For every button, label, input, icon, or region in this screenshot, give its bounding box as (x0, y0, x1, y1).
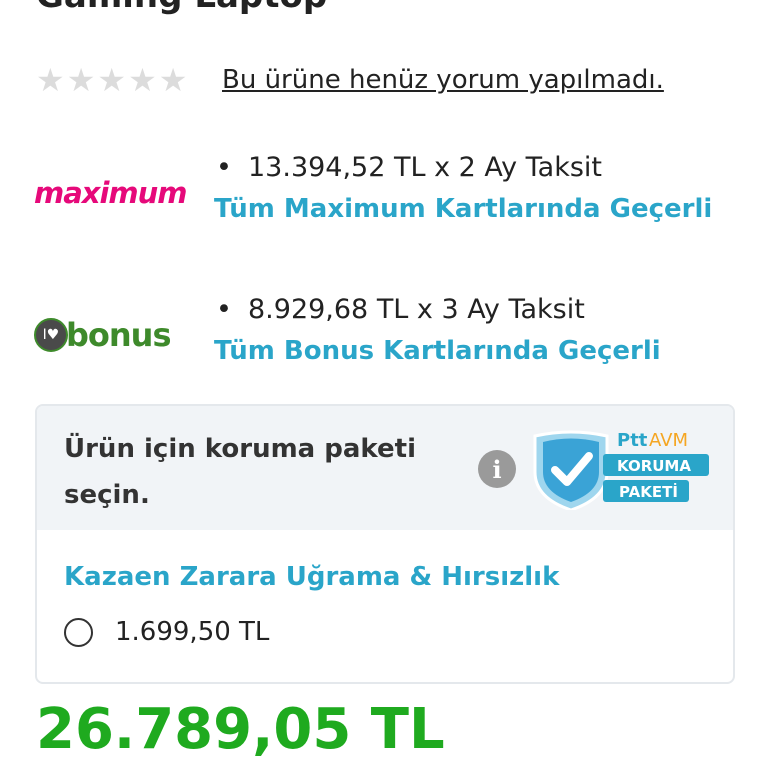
protection-option-title: Kazaen Zarara Uğrama & Hırsızlık (64, 562, 560, 592)
star-icon: ★ (66, 61, 96, 99)
card-validity-note: Tüm Maximum Kartlarında Geçerli (214, 194, 713, 224)
bonus-logo-text: bonus (66, 316, 171, 354)
installment-offer: • 13.394,52 TL x 2 Ay Taksit (216, 152, 602, 183)
protection-package-card: Ürün için koruma paketi seçin. i Ptt AVM… (35, 404, 735, 684)
installment-option-maximum: maximum • 13.394,52 TL x 2 Ay Taksit Tüm … (0, 148, 768, 238)
product-price: 26.789,05 TL (36, 697, 445, 762)
star-icon: ★ (97, 61, 127, 99)
star-icon: ★ (36, 61, 65, 99)
reviews-link[interactable]: Bu ürüne henüz yorum yapılmadı. (222, 62, 664, 98)
bonus-logo: I♥ bonus (34, 290, 174, 380)
badge-brand-ptt: Ptt (617, 430, 648, 451)
ptt-avm-protection-badge: Ptt AVM KORUMA PAKETİ (533, 430, 709, 510)
star-icon: ★ (158, 61, 188, 99)
badge-line1: KORUMA (617, 457, 691, 475)
installment-offer-text: 13.394,52 TL x 2 Ay Taksit (248, 152, 602, 183)
info-icon[interactable]: i (478, 450, 516, 488)
maximum-logo-text: maximum (34, 176, 188, 210)
maximum-logo: maximum (34, 148, 188, 238)
protection-option-row[interactable]: 1.699,50 TL (64, 614, 269, 650)
star-icon: ★ (128, 61, 157, 99)
card-validity-note: Tüm Bonus Kartlarında Geçerli (214, 336, 661, 366)
installment-offer-text: 8.929,68 TL x 3 Ay Taksit (248, 294, 585, 325)
badge-brand-avm: AVM (649, 430, 688, 451)
heart-icon: I♥ (34, 318, 68, 352)
installment-option-bonus: I♥ bonus • 8.929,68 TL x 3 Ay Taksit Tüm … (0, 290, 768, 380)
product-rating: ★ ★ ★ ★ ★ (36, 62, 187, 98)
installment-offer: • 8.929,68 TL x 3 Ay Taksit (216, 294, 585, 325)
protection-option-price: 1.699,50 TL (115, 617, 270, 647)
protection-header: Ürün için koruma paketi seçin. i Ptt AVM… (37, 406, 733, 530)
star-rating: ★ ★ ★ ★ ★ (36, 64, 187, 96)
product-title: Gaming Laptop (36, 0, 327, 16)
badge-line2: PAKETİ (619, 482, 678, 501)
protection-option-radio[interactable] (64, 617, 93, 647)
protection-heading: Ürün için koruma paketi seçin. (64, 434, 417, 510)
